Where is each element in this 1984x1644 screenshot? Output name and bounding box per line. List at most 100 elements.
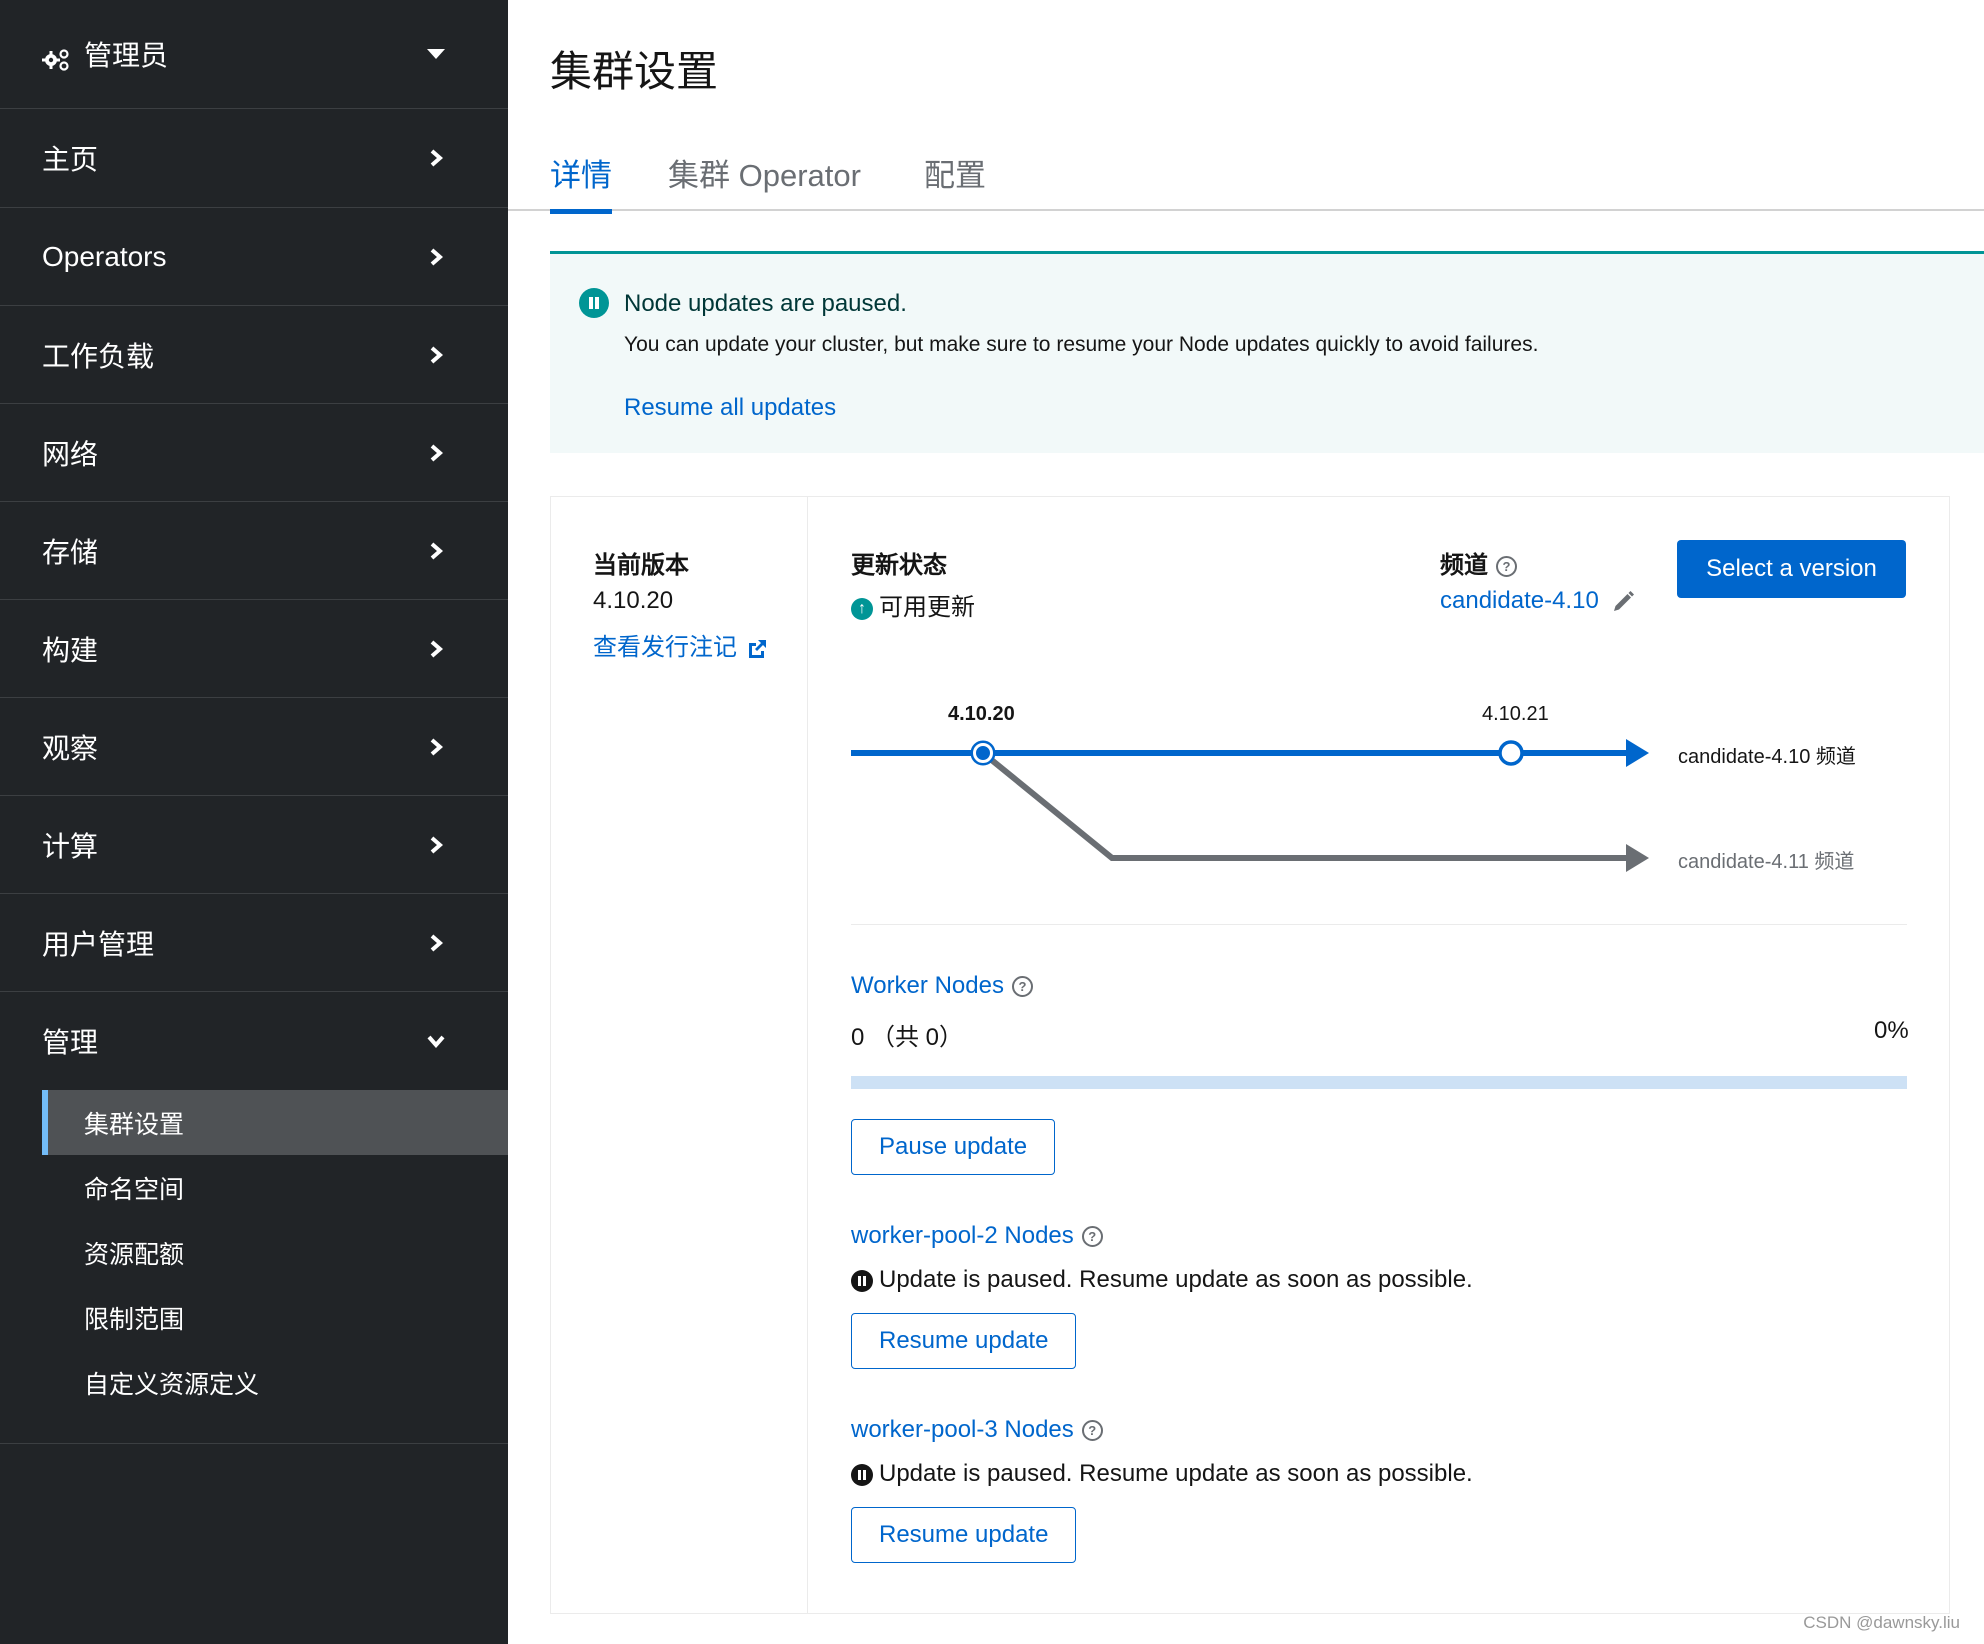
tab-details[interactable]: 详情 [550,150,612,214]
section-divider [851,924,1907,925]
pencil-icon [1614,590,1635,611]
worker-nodes-count: 0 （共 0） [851,1024,964,1051]
pause-update-button[interactable]: Pause update [851,1119,1056,1175]
nav-section-label: 网络 [42,438,99,470]
resume-all-updates-link[interactable]: Resume all updates [624,394,836,422]
column-divider [807,496,808,1614]
chevron-right-icon [426,345,446,365]
chevron-right-icon [426,639,446,659]
perspective-switcher[interactable]: 管理员 [0,0,508,109]
pool-status: Update is paused. Resume update as soon … [851,1460,1473,1488]
nav-section-label: 主页 [42,144,99,175]
nav-section-administration[interactable]: 管理 [0,992,508,1090]
pool-status-text: Update is paused. Resume update as soon … [879,1460,1473,1487]
cluster-details-card [550,496,1950,1614]
nav-section-label: 工作负载 [42,340,155,372]
chevron-right-icon [426,541,446,561]
caret-down-icon [426,44,446,64]
pool-title: worker-pool-3 Nodes [851,1416,1074,1443]
pause-circle-icon [579,288,609,318]
nav-section-storage[interactable]: 存储 [0,502,508,600]
channel-label-text: 频道 [1440,552,1488,579]
nav-section-label: 存储 [42,536,99,568]
nav-item-cluster-settings[interactable]: 集群设置 [42,1090,508,1155]
page-title: 集群设置 [550,48,719,95]
release-notes-text: 查看发行注记 [593,634,737,661]
node-updates-paused-alert: Node updates are paused. You can update … [550,251,1984,453]
tab-bar: 详情 集群 Operator 配置 [508,140,1984,214]
worker-nodes-percent: 0% [1874,1017,1909,1044]
nav-item-label: 自定义资源定义 [84,1370,260,1399]
pool-status: Update is paused. Resume update as soon … [851,1266,1473,1294]
nav-section-builds[interactable]: 构建 [0,600,508,698]
nav-section-label: 观察 [42,732,99,764]
nav-item-namespaces[interactable]: 命名空间 [42,1155,508,1220]
current-version-label: 当前版本 [593,552,689,579]
resume-update-button[interactable]: Resume update [851,1507,1077,1563]
nav-section-workloads[interactable]: 工作负载 [0,306,508,404]
nav-section-label: 用户管理 [42,928,155,960]
nav-section-label: 计算 [42,830,99,862]
sidebar-divider [0,1443,508,1444]
channel-value: candidate-4.10 [1440,587,1599,614]
gears-icon [42,49,69,71]
nav-section-compute[interactable]: 计算 [0,796,508,894]
graph-current-version-label: 4.10.20 [948,703,1015,725]
help-icon[interactable]: ? [1081,1226,1103,1248]
update-status-text: 可用更新 [879,594,975,621]
channel-value-link[interactable]: candidate-4.10 [1440,587,1635,615]
chevron-right-icon [426,247,446,267]
worker-pool-3-link[interactable]: worker-pool-3 Nodes? [851,1416,1103,1444]
nav-item-label: 资源配额 [84,1240,185,1269]
sidebar: 管理员 主页 Operators 工作负载 网络 存储 构建 观察 计算 用户管… [0,0,508,1644]
release-notes-link[interactable]: 查看发行注记 [593,627,768,662]
update-status-label: 更新状态 [851,552,947,579]
nav-section-user-management[interactable]: 用户管理 [0,894,508,992]
worker-nodes-progress-bar [851,1076,1907,1089]
chevron-right-icon [426,737,446,757]
nav-section-label: 管理 [42,1027,99,1058]
nav-item-label: 命名空间 [84,1175,185,1204]
pause-circle-icon [851,1269,873,1292]
select-version-button[interactable]: Select a version [1677,540,1906,598]
alert-body: You can update your cluster, but make su… [624,333,1539,356]
nav-section-operators[interactable]: Operators [0,208,508,306]
worker-nodes-title: Worker Nodes [851,972,1004,999]
nav-section-observe[interactable]: 观察 [0,698,508,796]
pause-circle-icon [851,1463,873,1486]
pool-status-text: Update is paused. Resume update as soon … [879,1266,1473,1293]
watermark: CSDN @dawnsky.liu [1803,1613,1960,1632]
resume-update-button[interactable]: Resume update [851,1313,1077,1369]
nav-item-resource-quotas[interactable]: 资源配额 [42,1220,508,1285]
nav-item-crds[interactable]: 自定义资源定义 [42,1350,508,1415]
chevron-right-icon [426,443,446,463]
current-version-value: 4.10.20 [593,587,674,614]
channel-label-4-10: candidate-4.10 频道 [1678,746,1856,768]
nav-item-label: 限制范围 [84,1305,185,1334]
worker-pool-2-link[interactable]: worker-pool-2 Nodes? [851,1222,1103,1250]
channel-label: 频道? [1440,545,1517,580]
nav-section-home[interactable]: 主页 [0,109,508,208]
tab-cluster-operators[interactable]: 集群 Operator [668,150,861,209]
perspective-label: 管理员 [84,40,169,71]
chevron-down-icon [426,1031,446,1051]
nav-item-limit-ranges[interactable]: 限制范围 [42,1285,508,1350]
nav-item-label: 集群设置 [84,1110,185,1139]
pool-title: worker-pool-2 Nodes [851,1222,1074,1249]
nav-section-label: Operators [42,240,167,272]
help-icon[interactable]: ? [1011,976,1033,998]
help-icon[interactable]: ? [1081,1420,1103,1442]
worker-nodes-link[interactable]: Worker Nodes? [851,972,1033,1000]
external-link-icon [748,639,766,658]
graph-next-version-label: 4.10.21 [1482,703,1549,725]
chevron-right-icon [426,148,446,168]
chevron-right-icon [426,933,446,953]
tab-configuration[interactable]: 配置 [924,150,986,209]
alert-title: Node updates are paused. [624,290,907,317]
chevron-right-icon [426,835,446,855]
channel-label-4-11: candidate-4.11 频道 [1678,851,1855,873]
help-icon[interactable]: ? [1496,556,1517,578]
arrow-circle-up-icon: ↑ [851,597,873,620]
nav-section-networking[interactable]: 网络 [0,404,508,502]
update-status-value: ↑ 可用更新 [851,587,975,622]
